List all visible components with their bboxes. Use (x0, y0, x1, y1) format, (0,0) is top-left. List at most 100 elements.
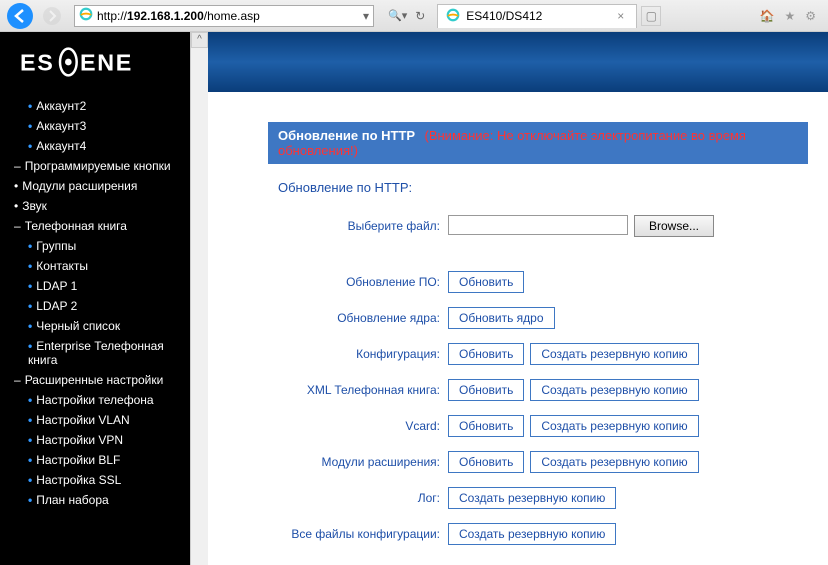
action-button[interactable]: Обновить (448, 415, 524, 437)
action-row: Все файлы конфигурации:Создать резервную… (278, 523, 798, 545)
file-label: Выберите файл: (278, 219, 448, 233)
sidebar-scrollbar[interactable]: ^ (190, 32, 208, 565)
sidebar-item[interactable]: •LDAP 1 (0, 276, 190, 296)
favorites-icon[interactable]: ★ (784, 9, 795, 23)
sidebar-item[interactable]: –Телефонная книга (0, 216, 190, 236)
svg-text:ES: ES (20, 49, 54, 75)
sidebar-item[interactable]: •Настройки VPN (0, 430, 190, 450)
action-row: Модули расширения:ОбновитьСоздать резерв… (278, 451, 798, 473)
main-content: Обновление по HTTP (Внимание: Не отключа… (208, 32, 828, 565)
action-label: Обновление ПО: (278, 275, 448, 289)
bullet-icon: • (28, 279, 32, 293)
sidebar: ES ENE •Аккаунт2•Аккаунт3•Аккаунт4–Прогр… (0, 32, 190, 565)
action-button[interactable]: Создать резервную копию (448, 487, 616, 509)
action-button[interactable]: Обновить (448, 343, 524, 365)
action-label: Лог: (278, 491, 448, 505)
tab-close-icon[interactable]: × (613, 9, 628, 23)
bullet-icon: • (28, 319, 32, 333)
bullet-icon: • (28, 139, 32, 153)
bullet-icon: • (28, 119, 32, 133)
action-label: Все файлы конфигурации: (278, 527, 448, 541)
sidebar-item[interactable]: •Группы (0, 236, 190, 256)
sidebar-item[interactable]: •План набора (0, 490, 190, 510)
action-row: Конфигурация:Обновить Создать резервную к… (278, 343, 798, 365)
sidebar-item-label: Телефонная книга (25, 219, 127, 233)
sidebar-item-label: LDAP 2 (36, 299, 77, 313)
section-header-title: Обновление по HTTP (278, 128, 415, 143)
action-button[interactable]: Создать резервную копию (530, 379, 698, 401)
sidebar-item-label: Настройки телефона (36, 393, 153, 407)
action-button[interactable]: Обновить (448, 451, 524, 473)
chrome-toolbar-icons: 🔍▾ ↻ (388, 9, 425, 23)
browser-tab[interactable]: ES410/DS412 × (437, 4, 637, 28)
sidebar-item[interactable]: • LDAP 2 (0, 296, 190, 316)
action-button[interactable]: Создать резервную копию (530, 415, 698, 437)
expand-icon: – (14, 159, 21, 173)
sidebar-item-label: План набора (36, 493, 108, 507)
header-banner (208, 32, 828, 92)
sidebar-item[interactable]: –Расширенные настройки (0, 370, 190, 390)
settings-icon[interactable]: ⚙ (805, 9, 816, 23)
tab-title: ES410/DS412 (466, 9, 542, 23)
bullet-icon: • (28, 393, 32, 407)
action-label: Vcard: (278, 419, 448, 433)
action-button[interactable]: Обновить ядро (448, 307, 555, 329)
sidebar-item-label: Расширенные настройки (25, 373, 164, 387)
bullet-icon: • (28, 299, 32, 313)
scroll-up-icon[interactable]: ^ (191, 32, 208, 48)
bullet-icon: • (28, 413, 32, 427)
action-button[interactable]: Обновить (448, 379, 524, 401)
address-bar[interactable]: http://192.168.1.200/home.asp ▾ (74, 5, 374, 27)
action-row: Обновление ПО:Обновить (278, 271, 798, 293)
sidebar-item[interactable]: •Модули расширения (0, 176, 190, 196)
url-dropdown-icon[interactable]: ▾ (363, 9, 369, 23)
sidebar-item[interactable]: •Аккаунт2 (0, 96, 190, 116)
home-icon[interactable]: 🏠 (760, 9, 775, 23)
section-header: Обновление по HTTP (Внимание: Не отключа… (268, 122, 808, 164)
action-label: Конфигурация: (278, 347, 448, 361)
sidebar-item[interactable]: • Аккаунт4 (0, 136, 190, 156)
search-icon[interactable]: 🔍▾ (388, 9, 407, 23)
action-row: XML Телефонная книга:Обновить Создать рез… (278, 379, 798, 401)
sidebar-item[interactable]: •Настройки VLAN (0, 410, 190, 430)
bullet-icon: • (28, 239, 32, 253)
sidebar-item-label: Звук (22, 199, 47, 213)
sidebar-item-label: Аккаунт4 (36, 139, 86, 153)
sidebar-item-label: Контакты (36, 259, 88, 273)
bullet-icon: • (28, 433, 32, 447)
action-button[interactable]: Создать резервную копию (530, 451, 698, 473)
sidebar-item[interactable]: •Настройка SSL (0, 470, 190, 490)
action-button[interactable]: Обновить (448, 271, 524, 293)
file-select-row: Выберите файл: Browse... (278, 215, 798, 237)
action-button[interactable]: Создать резервную копию (448, 523, 616, 545)
ie-icon (79, 7, 93, 24)
refresh-icon[interactable]: ↻ (415, 9, 425, 23)
action-button[interactable]: Создать резервную копию (530, 343, 698, 365)
expand-icon: • (14, 179, 18, 193)
expand-icon: – (14, 373, 21, 387)
action-label: Обновление ядра: (278, 311, 448, 325)
sidebar-item[interactable]: –Программируемые кнопки (0, 156, 190, 176)
file-path-input[interactable] (448, 215, 628, 235)
sidebar-item[interactable]: • Аккаунт3 (0, 116, 190, 136)
sidebar-item-label: Настройки BLF (36, 453, 120, 467)
sidebar-item[interactable]: • Контакты (0, 256, 190, 276)
sidebar-item-label: Аккаунт3 (36, 119, 86, 133)
ie-icon (446, 8, 460, 25)
sidebar-item-label: Enterprise Телефонная книга (28, 339, 164, 367)
browse-button[interactable]: Browse... (634, 215, 714, 237)
sidebar-item[interactable]: •Черный список (0, 316, 190, 336)
sidebar-item-label: Программируемые кнопки (25, 159, 171, 173)
sidebar-item[interactable]: •Настройки BLF (0, 450, 190, 470)
bullet-icon: • (28, 259, 32, 273)
action-row: Обновление ядра:Обновить ядро (278, 307, 798, 329)
back-button[interactable] (4, 2, 36, 30)
bullet-icon: • (28, 99, 32, 113)
sidebar-item[interactable]: • Настройки телефона (0, 390, 190, 410)
sidebar-item-label: Настройка SSL (36, 473, 121, 487)
action-label: XML Телефонная книга: (278, 383, 448, 397)
sidebar-item[interactable]: •Enterprise Телефонная книга (0, 336, 190, 370)
sidebar-item[interactable]: •Звук (0, 196, 190, 216)
forward-button[interactable] (36, 2, 68, 30)
new-tab-button[interactable]: ▢ (641, 6, 661, 26)
